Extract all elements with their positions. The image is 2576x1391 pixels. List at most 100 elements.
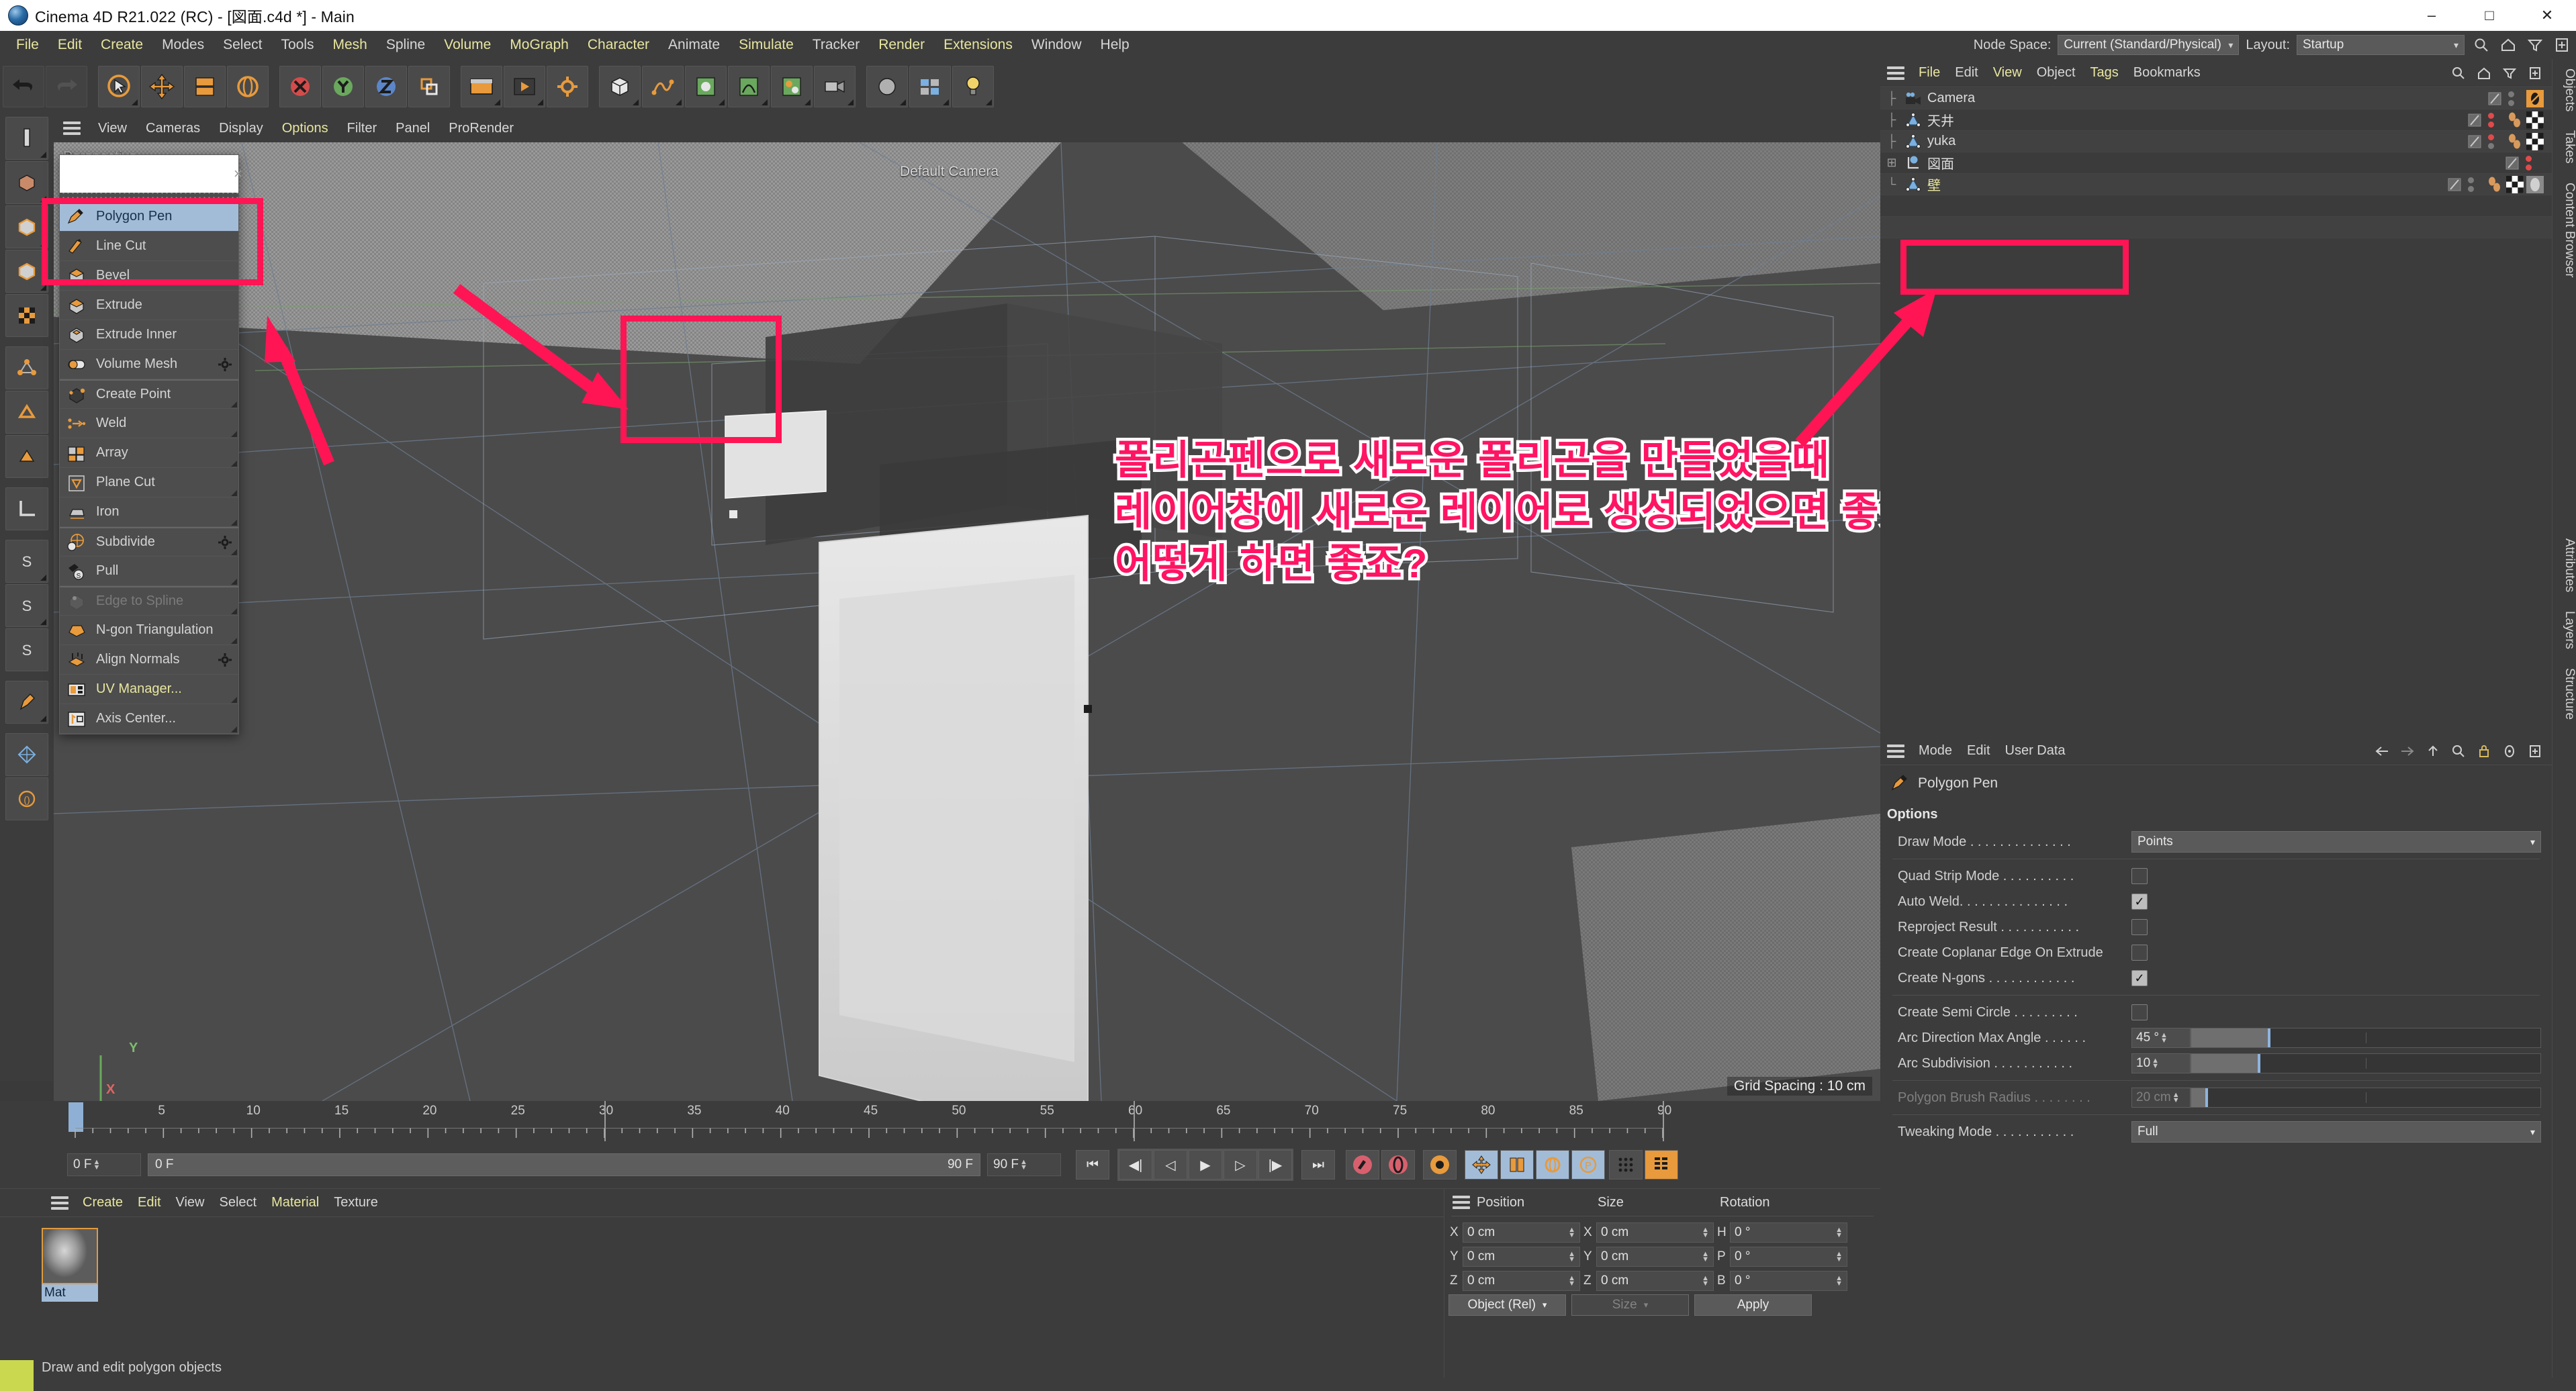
vtab-content-browser[interactable]: Content Browser	[2552, 173, 2576, 287]
visibility-toggle[interactable]	[2467, 112, 2483, 128]
record-active-objects-button[interactable]	[1346, 1150, 1379, 1180]
object-name[interactable]: Camera	[1927, 91, 2487, 106]
expander-icon[interactable]: ⊞	[1880, 156, 1903, 170]
mesh-menu-item-edge-to-spline[interactable]: Edge to Spline	[60, 586, 238, 616]
go-to-start-button[interactable]: ⏮	[1076, 1150, 1109, 1180]
object-manager-menu-edit[interactable]: Edit	[1947, 63, 1985, 83]
menu-tracker[interactable]: Tracker	[803, 34, 869, 56]
back-arrow-icon[interactable]	[2372, 741, 2392, 761]
add-cube-button[interactable]	[599, 66, 641, 107]
filter-icon[interactable]	[2525, 35, 2545, 55]
visibility-toggle[interactable]	[2446, 177, 2463, 193]
texture-mode-button[interactable]	[5, 294, 48, 337]
close-button[interactable]: ✕	[2518, 0, 2576, 31]
point-mode-button[interactable]	[5, 117, 48, 160]
y-axis-lock-button[interactable]	[322, 66, 364, 107]
spinner-icon[interactable]: ▲ ▼	[1702, 1275, 1709, 1288]
object-name[interactable]: yuka	[1927, 134, 2467, 149]
object-tree-list[interactable]: ├ Camera ├ 天井 ├ yuka ⊞ 図面 └ 壁	[1880, 88, 2552, 238]
arc-direction-max-angle-input[interactable]: 45 ° ▲ ▼	[2131, 1028, 2191, 1048]
add-material-button[interactable]	[866, 66, 908, 107]
end-frame-input[interactable]: 90 F ▲ ▼	[987, 1153, 1061, 1176]
spinner-icon[interactable]: ▲ ▼	[1568, 1251, 1575, 1263]
object-row[interactable]: └ 壁	[1880, 174, 2552, 195]
render-to-picture-viewer-button[interactable]	[504, 66, 545, 107]
visibility-dots[interactable]	[2526, 155, 2532, 171]
object-manager-menu-object[interactable]: Object	[2029, 63, 2083, 83]
spinner-icon[interactable]: ▲ ▼	[1020, 1159, 1027, 1171]
checker-tag[interactable]	[2526, 132, 2544, 150]
quad-strip-mode-checkbox[interactable]	[2131, 868, 2148, 884]
make-editable-button[interactable]	[5, 161, 48, 204]
hair-tool-button[interactable]: ()	[5, 777, 48, 820]
spinner-icon[interactable]: ▲ ▼	[1702, 1251, 1709, 1263]
material-name[interactable]: Mat	[42, 1284, 98, 1302]
go-to-next-key-button[interactable]: |▶	[1258, 1150, 1292, 1180]
world-object-coordinate-button[interactable]	[408, 66, 450, 107]
draw-mode-select[interactable]: Points ▾	[2131, 831, 2541, 853]
viewport-menu-options[interactable]: Options	[274, 119, 336, 138]
mesh-menu-item-uv-manager[interactable]: UV Manager...	[60, 675, 238, 704]
viewport[interactable]: View Cameras Display Options Filter Panel ProR…	[54, 114, 1880, 1101]
object-manager-menu-file[interactable]: File	[1911, 63, 1947, 83]
visibility-dots[interactable]	[2468, 177, 2474, 192]
menu-search-input[interactable]	[65, 166, 230, 181]
preview-range-bar[interactable]: 0 F 90 F	[148, 1153, 980, 1176]
vtab-layers[interactable]: Layers	[2552, 602, 2576, 659]
material-menu-create[interactable]: Create	[75, 1193, 130, 1212]
mesh-menu-item-axis-center[interactable]: Axis Center...	[60, 704, 238, 734]
mesh-menu-item-weld[interactable]: Weld	[60, 409, 238, 438]
position-y-field[interactable]: 0 cm ▲ ▼	[1463, 1247, 1580, 1267]
phong-tag[interactable]	[2506, 111, 2524, 129]
phong-tag[interactable]	[2486, 176, 2503, 193]
gear-icon[interactable]	[218, 653, 232, 667]
empty-object-row[interactable]	[1880, 217, 2552, 238]
x-axis-lock-button[interactable]	[279, 66, 321, 107]
render-view-button[interactable]	[461, 66, 502, 107]
mesh-menu-item-subdivide[interactable]: Subdivide	[60, 527, 238, 557]
viewport-menu-view[interactable]: View	[90, 119, 135, 138]
step-back-button[interactable]: ◁	[1154, 1150, 1187, 1180]
add-light-button[interactable]	[952, 66, 994, 107]
material-menu-edit[interactable]: Edit	[130, 1193, 168, 1212]
visibility-toggle[interactable]	[2504, 155, 2520, 171]
menu-create[interactable]: Create	[91, 34, 152, 56]
material-tag[interactable]	[2526, 175, 2544, 193]
menu-window[interactable]: Window	[1022, 34, 1091, 56]
polygon-brush-radius-slider[interactable]	[2191, 1088, 2541, 1108]
spinner-icon[interactable]: ▲ ▼	[1568, 1227, 1575, 1239]
checker-tag[interactable]	[2526, 111, 2544, 129]
mesh-menu-item-extrude-inner[interactable]: Extrude Inner	[60, 320, 238, 350]
timeline-ruler[interactable]: 051015202530354045505560657075808590	[0, 1101, 1880, 1143]
mesh-menu-item-plane-cut[interactable]: Plane Cut	[60, 468, 238, 497]
menu-spline[interactable]: Spline	[377, 34, 434, 56]
mesh-menu-item-polygon-pen[interactable]: Polygon Pen	[60, 202, 238, 232]
visibility-dots[interactable]	[2488, 134, 2494, 149]
viewport-menu-panel[interactable]: Panel	[387, 119, 438, 138]
points-button[interactable]	[5, 346, 48, 389]
object-manager-hamburger-icon[interactable]	[1887, 66, 1904, 80]
edges-button[interactable]	[5, 391, 48, 434]
object-row[interactable]: ├ Camera	[1880, 88, 2552, 109]
apply-button[interactable]: Apply	[1694, 1294, 1812, 1316]
arc-subdivision-input[interactable]: 10 ▲ ▼	[2131, 1053, 2191, 1073]
spinner-icon[interactable]: ▲ ▼	[1835, 1251, 1843, 1263]
tweaking-mode-select[interactable]: Full ▾	[2131, 1121, 2541, 1143]
autokeying-button[interactable]	[1381, 1150, 1415, 1180]
material-menu-select[interactable]: Select	[212, 1193, 265, 1212]
add-panel-icon[interactable]	[2525, 63, 2545, 83]
mesh-menu-item-create-point[interactable]: Create Point	[60, 379, 238, 409]
attribute-menu-user-data[interactable]: User Data	[1998, 741, 2073, 761]
visibility-dots[interactable]	[2488, 112, 2494, 128]
visibility-toggle[interactable]	[2487, 91, 2503, 107]
home-icon[interactable]	[2474, 63, 2494, 83]
viewport-menu-display[interactable]: Display	[211, 119, 271, 138]
add-spline-button[interactable]	[642, 66, 684, 107]
viewport-menu-cameras[interactable]: Cameras	[138, 119, 208, 138]
move-tool[interactable]	[141, 66, 183, 107]
rotation-key-button[interactable]	[1536, 1150, 1569, 1180]
add-deformer-button[interactable]	[728, 66, 770, 107]
position-key-button[interactable]	[1465, 1150, 1498, 1180]
object-tags[interactable]	[2486, 175, 2552, 193]
object-row[interactable]: ⊞ 図面	[1880, 152, 2552, 174]
